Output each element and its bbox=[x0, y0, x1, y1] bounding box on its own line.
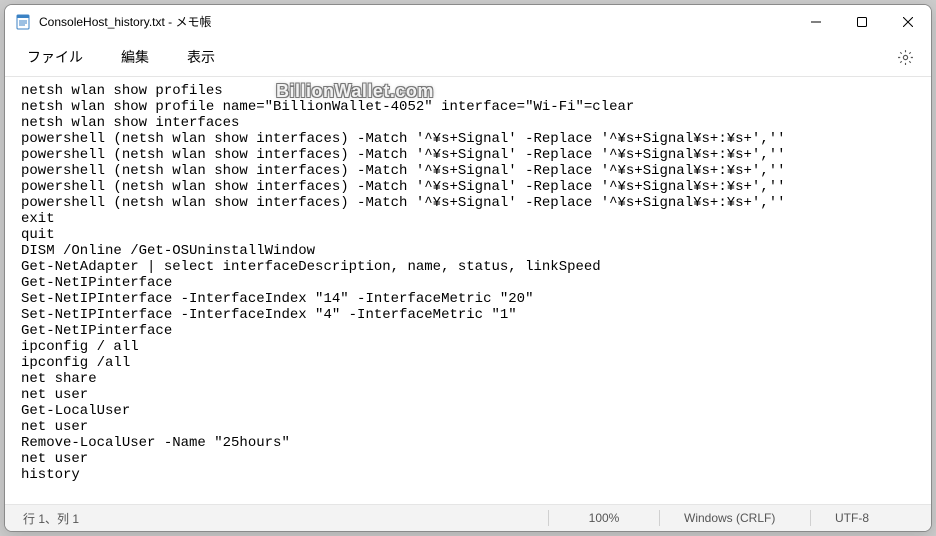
status-zoom[interactable]: 100% bbox=[549, 505, 659, 531]
menubar: ファイル 編集 表示 bbox=[5, 38, 931, 76]
editor-area: BillionWallet.com bbox=[5, 77, 931, 504]
app-window: ConsoleHost_history.txt - メモ帳 ファイル 編集 表示 bbox=[4, 4, 932, 532]
menu-file[interactable]: ファイル bbox=[19, 43, 91, 71]
close-button[interactable] bbox=[885, 5, 931, 38]
window-controls bbox=[793, 5, 931, 38]
statusbar: 行 1、列 1 100% Windows (CRLF) UTF-8 bbox=[5, 504, 931, 531]
window-title: ConsoleHost_history.txt - メモ帳 bbox=[39, 13, 793, 30]
settings-button[interactable] bbox=[889, 41, 921, 73]
minimize-button[interactable] bbox=[793, 5, 839, 38]
notepad-icon bbox=[15, 14, 31, 30]
titlebar[interactable]: ConsoleHost_history.txt - メモ帳 bbox=[5, 5, 931, 38]
menu-edit[interactable]: 編集 bbox=[113, 43, 157, 71]
menu-view[interactable]: 表示 bbox=[179, 43, 223, 71]
status-encoding: UTF-8 bbox=[811, 505, 931, 531]
status-line-ending: Windows (CRLF) bbox=[660, 505, 810, 531]
text-editor[interactable] bbox=[5, 77, 931, 504]
status-cursor-position: 行 1、列 1 bbox=[5, 505, 548, 531]
maximize-button[interactable] bbox=[839, 5, 885, 38]
